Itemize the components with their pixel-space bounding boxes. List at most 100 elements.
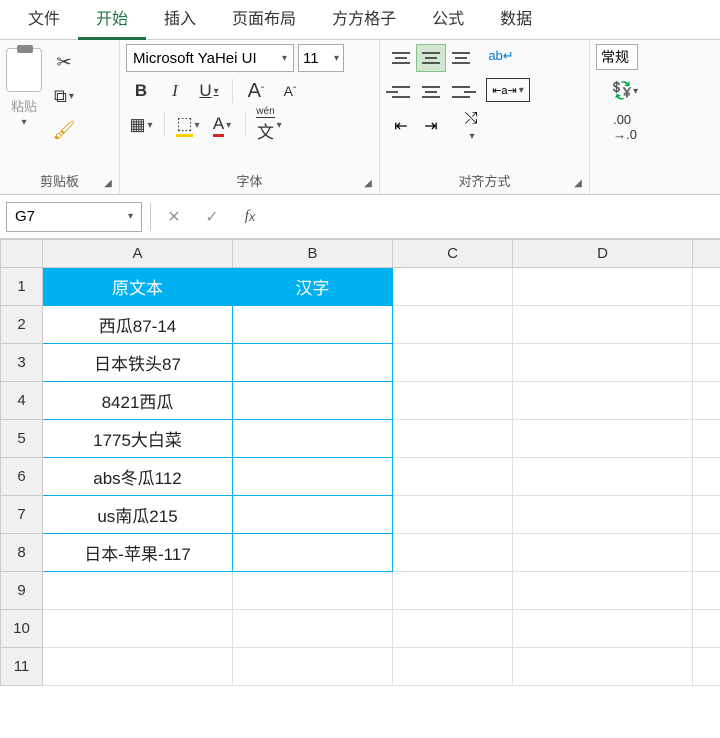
cell[interactable] bbox=[693, 344, 720, 382]
cell[interactable] bbox=[393, 458, 513, 496]
cell[interactable] bbox=[513, 344, 693, 382]
tab-page-layout[interactable]: 页面布局 bbox=[214, 0, 314, 40]
cell[interactable] bbox=[693, 496, 720, 534]
tab-formula[interactable]: 公式 bbox=[414, 0, 482, 40]
cell[interactable] bbox=[513, 306, 693, 344]
cell[interactable] bbox=[233, 382, 393, 420]
cell[interactable] bbox=[393, 306, 513, 344]
cell[interactable] bbox=[233, 610, 393, 648]
row-header[interactable]: 3 bbox=[1, 344, 43, 382]
cell[interactable]: us南瓜215 bbox=[43, 496, 233, 534]
clipboard-launcher-icon[interactable]: ◢ bbox=[101, 177, 115, 191]
font-launcher-icon[interactable]: ◢ bbox=[361, 177, 375, 191]
row-header[interactable]: 10 bbox=[1, 610, 43, 648]
cell[interactable] bbox=[393, 496, 513, 534]
decrease-font-button[interactable]: Aˇ bbox=[275, 76, 305, 106]
row-header[interactable]: 7 bbox=[1, 496, 43, 534]
currency-button[interactable]: 💱▾ bbox=[596, 76, 654, 106]
cell[interactable] bbox=[513, 572, 693, 610]
cell[interactable] bbox=[233, 344, 393, 382]
cell[interactable]: 原文本 bbox=[43, 268, 233, 306]
tab-file[interactable]: 文件 bbox=[10, 0, 78, 40]
cell[interactable] bbox=[393, 382, 513, 420]
wrap-text-button[interactable]: ab↵ bbox=[486, 44, 516, 68]
cell[interactable]: 西瓜87-14 bbox=[43, 306, 233, 344]
paste-icon[interactable] bbox=[6, 48, 42, 92]
cell[interactable] bbox=[513, 420, 693, 458]
cell[interactable] bbox=[513, 496, 693, 534]
row-header[interactable]: 2 bbox=[1, 306, 43, 344]
cell[interactable]: 汉字 bbox=[233, 268, 393, 306]
cell[interactable] bbox=[233, 648, 393, 686]
increase-font-button[interactable]: Aˆ bbox=[241, 76, 271, 106]
cell[interactable] bbox=[513, 382, 693, 420]
row-header[interactable]: 1 bbox=[1, 268, 43, 306]
row-header[interactable]: 5 bbox=[1, 420, 43, 458]
decrease-indent-button[interactable]: ⇤ bbox=[386, 112, 416, 140]
row-header[interactable]: 6 bbox=[1, 458, 43, 496]
font-name-combo[interactable]: Microsoft YaHei UI▾ bbox=[126, 44, 294, 72]
tab-data[interactable]: 数据 bbox=[482, 0, 550, 40]
column-header-A[interactable]: A bbox=[43, 240, 233, 268]
bold-button[interactable]: B bbox=[126, 76, 156, 106]
row-header[interactable]: 8 bbox=[1, 534, 43, 572]
tab-insert[interactable]: 插入 bbox=[146, 0, 214, 40]
cell[interactable] bbox=[233, 458, 393, 496]
merge-center-button[interactable]: ⇤a⇥▾ bbox=[486, 78, 530, 102]
align-top-button[interactable] bbox=[386, 44, 416, 72]
cell[interactable] bbox=[693, 420, 720, 458]
cell[interactable] bbox=[393, 648, 513, 686]
cell[interactable] bbox=[393, 610, 513, 648]
formula-input[interactable] bbox=[273, 203, 714, 231]
tab-ffgz[interactable]: 方方格子 bbox=[314, 0, 414, 40]
cell[interactable] bbox=[393, 534, 513, 572]
italic-button[interactable]: I bbox=[160, 76, 190, 106]
paste-dropdown[interactable]: ▾ bbox=[21, 117, 26, 128]
enter-formula-icon[interactable]: ✓ bbox=[197, 203, 227, 231]
cell[interactable] bbox=[693, 610, 720, 648]
cell[interactable] bbox=[513, 610, 693, 648]
cell[interactable] bbox=[393, 420, 513, 458]
align-center-button[interactable] bbox=[416, 78, 446, 106]
row-header[interactable]: 4 bbox=[1, 382, 43, 420]
number-format-combo[interactable]: 常规 bbox=[596, 44, 638, 70]
cell[interactable] bbox=[233, 306, 393, 344]
cell[interactable] bbox=[393, 268, 513, 306]
alignment-launcher-icon[interactable]: ◢ bbox=[571, 177, 585, 191]
cell[interactable] bbox=[513, 458, 693, 496]
underline-button[interactable]: U▾ bbox=[194, 76, 224, 106]
select-all-corner[interactable] bbox=[1, 240, 43, 268]
cell[interactable]: abs冬瓜112 bbox=[43, 458, 233, 496]
format-painter-icon[interactable]: 🖌 bbox=[48, 116, 80, 144]
cell[interactable]: 日本铁头87 bbox=[43, 344, 233, 382]
font-size-combo[interactable]: 11▾ bbox=[298, 44, 344, 72]
insert-function-icon[interactable]: fx bbox=[235, 203, 265, 231]
cell[interactable] bbox=[43, 648, 233, 686]
cell[interactable] bbox=[693, 268, 720, 306]
cell[interactable] bbox=[233, 420, 393, 458]
cell[interactable] bbox=[393, 572, 513, 610]
cell[interactable]: 1775大白菜 bbox=[43, 420, 233, 458]
copy-icon[interactable]: ⧉▾ bbox=[48, 82, 80, 110]
font-color-button[interactable]: A▾ bbox=[207, 110, 237, 140]
decrease-decimal-button[interactable]: .00→.0 bbox=[596, 112, 654, 142]
cell[interactable] bbox=[233, 572, 393, 610]
orientation-button[interactable]: ⤭▾ bbox=[456, 112, 486, 140]
align-right-button[interactable] bbox=[446, 78, 476, 106]
border-button[interactable]: ▦▾ bbox=[126, 110, 156, 140]
align-bottom-button[interactable] bbox=[446, 44, 476, 72]
cell[interactable] bbox=[513, 648, 693, 686]
increase-indent-button[interactable]: ⇥ bbox=[416, 112, 446, 140]
name-box[interactable]: G7▾ bbox=[6, 202, 142, 232]
cell[interactable] bbox=[513, 534, 693, 572]
column-header-E[interactable] bbox=[693, 240, 720, 268]
cell[interactable] bbox=[693, 534, 720, 572]
cell[interactable] bbox=[513, 268, 693, 306]
cell[interactable] bbox=[393, 344, 513, 382]
tab-home[interactable]: 开始 bbox=[78, 0, 146, 40]
column-header-D[interactable]: D bbox=[513, 240, 693, 268]
phonetic-button[interactable]: wén文 ▾ bbox=[254, 110, 284, 140]
cell[interactable] bbox=[693, 458, 720, 496]
fill-color-button[interactable]: ⬚▾ bbox=[173, 110, 203, 140]
align-middle-button[interactable] bbox=[416, 44, 446, 72]
